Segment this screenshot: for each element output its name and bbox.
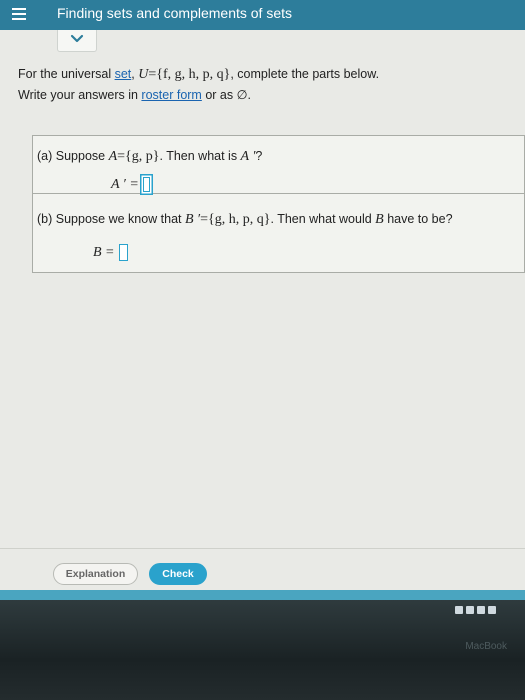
check-button[interactable]: Check	[149, 563, 207, 585]
part-b-answer-label: B =	[93, 245, 115, 260]
app-screen: Finding sets and complements of sets For…	[0, 0, 525, 598]
collapse-toggle-button[interactable]	[57, 30, 97, 52]
part-a: (a) Suppose A={g, p}. Then what is A ′? …	[33, 136, 524, 194]
system-tray-icons	[455, 601, 511, 614]
tray-icon	[455, 606, 463, 614]
roster-form-link[interactable]: roster form	[141, 88, 201, 102]
chevron-down-icon	[70, 34, 84, 43]
explanation-button[interactable]: Explanation	[53, 563, 138, 585]
part-b: (b) Suppose we know that B ′={g, h, p, q…	[33, 194, 524, 272]
tray-icon	[466, 606, 474, 614]
part-a-question: (a) Suppose A={g, p}. Then what is A ′?	[37, 149, 263, 164]
laptop-bezel	[0, 600, 525, 700]
universe-variable: U	[138, 67, 149, 82]
question-parts: (a) Suppose A={g, p}. Then what is A ′? …	[32, 135, 525, 273]
header-bar: Finding sets and complements of sets	[0, 0, 525, 30]
page-title: Finding sets and complements of sets	[57, 5, 293, 21]
universe-set: ={f, g, h, p, q}	[148, 67, 231, 82]
part-b-answer-input[interactable]	[118, 244, 128, 262]
part-b-answer: B =	[93, 244, 128, 262]
set-link[interactable]: set	[115, 67, 132, 81]
laptop-brand-label: MacBook	[465, 641, 507, 652]
part-a-answer-label: A ′ =	[111, 177, 139, 192]
action-bar: Explanation Check	[0, 548, 525, 590]
problem-line-2: Write your answers in roster form or as …	[18, 88, 251, 102]
part-b-question: (b) Suppose we know that B ′={g, h, p, q…	[37, 212, 453, 227]
tray-icon	[477, 606, 485, 614]
part-a-answer: A ′ =	[111, 176, 150, 193]
problem-statement: For the universal set, U={f, g, h, p, q}…	[18, 64, 518, 105]
part-a-answer-input[interactable]	[142, 177, 150, 193]
os-taskbar	[0, 590, 525, 600]
menu-icon[interactable]	[8, 4, 30, 24]
tray-icon	[488, 606, 496, 614]
problem-line-1: For the universal set, U={f, g, h, p, q}…	[18, 67, 380, 82]
